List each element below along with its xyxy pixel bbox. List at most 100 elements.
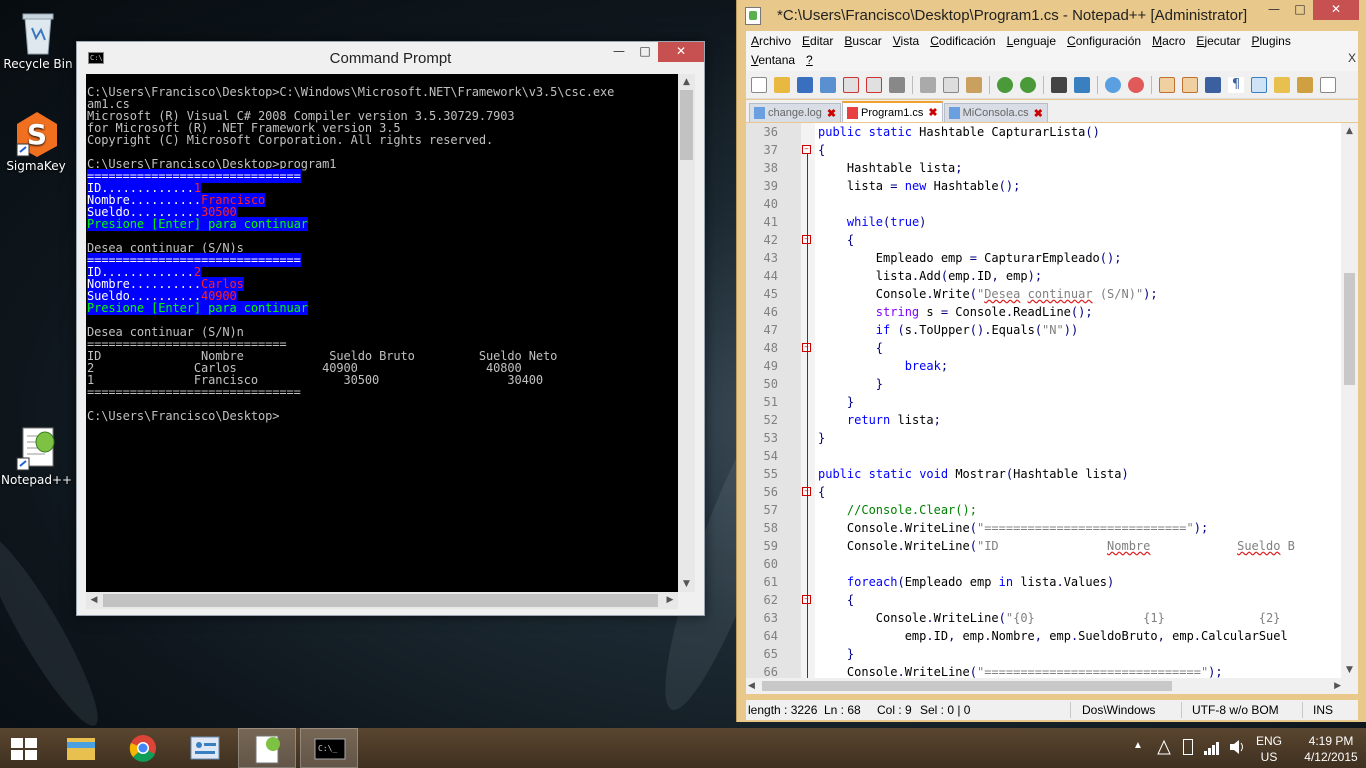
start-button[interactable] bbox=[11, 738, 37, 760]
scroll-down-arrow-icon[interactable]: ▼ bbox=[1341, 662, 1358, 678]
sync-vertical-icon[interactable] bbox=[1159, 76, 1175, 93]
code-line: 57 //Console.Clear(); bbox=[746, 501, 1358, 519]
document-tab[interactable]: change.log ✖ bbox=[749, 103, 842, 122]
desktop-icon-notepad-plus-plus[interactable]: Notepad++ bbox=[1, 424, 72, 487]
copy-icon[interactable] bbox=[943, 76, 959, 93]
fold-toggle-icon[interactable]: – bbox=[802, 145, 811, 154]
notepad-plus-plus-window[interactable]: *C:\Users\Francisco\Desktop\Program1.cs … bbox=[736, 0, 1366, 722]
npp-menubar: Archivo Editar Buscar Vista Codificación Leng… bbox=[746, 31, 1358, 71]
doc-map-icon[interactable] bbox=[1297, 76, 1313, 93]
toolbar-separator bbox=[912, 75, 913, 94]
language-icon[interactable] bbox=[1274, 76, 1290, 93]
menu-item-macro[interactable]: Macro bbox=[1152, 34, 1185, 48]
print-icon[interactable] bbox=[889, 76, 905, 93]
document-tab[interactable]: Program1.cs ✖ bbox=[842, 101, 943, 122]
taskbar-file-explorer[interactable] bbox=[52, 728, 110, 768]
maximize-button[interactable]: □ bbox=[1287, 0, 1313, 20]
control-panel-icon bbox=[190, 736, 220, 760]
input-language[interactable]: ENG US bbox=[1254, 734, 1284, 764]
close-button[interactable]: ✕ bbox=[1313, 0, 1359, 20]
minimize-button[interactable]: — bbox=[606, 42, 632, 62]
scroll-thumb[interactable] bbox=[1344, 273, 1355, 385]
menu-item-editar[interactable]: Editar bbox=[802, 34, 833, 48]
taskbar-notepad-plus-plus[interactable] bbox=[238, 728, 296, 768]
close-file-icon[interactable] bbox=[843, 76, 859, 93]
minimize-button[interactable]: — bbox=[1261, 0, 1287, 20]
code-line: 42 { bbox=[746, 231, 1358, 249]
scroll-down-arrow-icon[interactable]: ▼ bbox=[678, 576, 695, 592]
close-button[interactable]: ✕ bbox=[658, 42, 704, 62]
word-wrap-icon[interactable] bbox=[1205, 76, 1221, 93]
cut-icon[interactable] bbox=[920, 76, 936, 93]
scroll-up-arrow-icon[interactable]: ▲ bbox=[678, 74, 695, 90]
menu-item-configuraci-n[interactable]: Configuración bbox=[1067, 34, 1141, 48]
cmd-horizontal-scrollbar[interactable]: ◀ ▶ bbox=[86, 592, 678, 609]
save-all-icon[interactable] bbox=[820, 76, 836, 93]
notepad-plus-plus-icon bbox=[745, 7, 761, 25]
menu-item-buscar[interactable]: Buscar bbox=[844, 34, 881, 48]
code-text: Console.WriteLine("{0} {1} {2} bbox=[818, 611, 1281, 625]
close-document-button[interactable]: X bbox=[1348, 51, 1356, 65]
scroll-right-arrow-icon[interactable]: ▶ bbox=[1334, 678, 1341, 694]
record-macro-icon[interactable] bbox=[1320, 76, 1336, 93]
tab-close-icon[interactable]: ✖ bbox=[827, 107, 836, 120]
code-editor[interactable]: 36 public static Hashtable CapturarLista(… bbox=[746, 123, 1358, 678]
taskbar-control-panel[interactable] bbox=[176, 728, 234, 768]
menu-item-[interactable]: ? bbox=[806, 53, 813, 67]
scroll-thumb[interactable] bbox=[762, 681, 1172, 691]
maximize-button[interactable]: □ bbox=[632, 42, 658, 62]
menu-item-ejecutar[interactable]: Ejecutar bbox=[1196, 34, 1240, 48]
clock[interactable]: 4:19 PM 4/12/2015 bbox=[1296, 734, 1366, 764]
new-file-icon[interactable] bbox=[751, 76, 767, 93]
sync-horizontal-icon[interactable] bbox=[1182, 76, 1198, 93]
editor-vertical-scrollbar[interactable]: ▲ ▼ bbox=[1341, 123, 1358, 678]
wifi-signal-icon[interactable] bbox=[1203, 738, 1221, 759]
battery-icon[interactable] bbox=[1183, 739, 1193, 755]
undo-icon[interactable] bbox=[997, 76, 1013, 93]
zoom-in-icon[interactable] bbox=[1105, 76, 1121, 93]
show-hidden-icons-icon[interactable]: ▲ bbox=[1133, 740, 1143, 751]
scroll-thumb[interactable] bbox=[103, 594, 658, 607]
console-line: Presione [Enter] para continuar bbox=[87, 217, 678, 231]
code-text: } bbox=[818, 431, 826, 445]
cmd-titlebar[interactable]: C:\ Command Prompt — □ ✕ bbox=[77, 42, 704, 73]
cmd-vertical-scrollbar[interactable]: ▲ ▼ bbox=[678, 74, 695, 592]
save-icon[interactable] bbox=[797, 76, 813, 93]
volume-icon[interactable] bbox=[1228, 737, 1246, 760]
paste-icon[interactable] bbox=[966, 76, 982, 93]
open-file-icon[interactable] bbox=[774, 76, 790, 93]
command-prompt-window[interactable]: C:\ Command Prompt — □ ✕ C:\Users\Franci… bbox=[76, 41, 705, 616]
close-all-icon[interactable] bbox=[866, 76, 882, 93]
editor-horizontal-scrollbar[interactable]: ◀ ▶ bbox=[746, 678, 1358, 694]
show-all-chars-icon[interactable]: ¶ bbox=[1228, 76, 1244, 93]
menu-item-plugins[interactable]: Plugins bbox=[1251, 34, 1290, 48]
scroll-thumb[interactable] bbox=[680, 90, 693, 160]
notepad-plus-plus-icon bbox=[15, 424, 57, 471]
scroll-left-arrow-icon[interactable]: ◀ bbox=[748, 678, 755, 694]
menu-item-archivo[interactable]: Archivo bbox=[751, 34, 791, 48]
scroll-up-arrow-icon[interactable]: ▲ bbox=[1341, 123, 1358, 139]
desktop-icon-recycle-bin[interactable]: Recycle Bin bbox=[3, 8, 73, 71]
find-icon[interactable] bbox=[1051, 76, 1067, 93]
zoom-out-icon[interactable] bbox=[1128, 76, 1144, 93]
desktop-icon-sigmakey[interactable]: S SigmaKey bbox=[1, 110, 71, 173]
npp-titlebar[interactable]: *C:\Users\Francisco\Desktop\Program1.cs … bbox=[737, 0, 1366, 31]
redo-icon[interactable] bbox=[1020, 76, 1036, 93]
taskbar-chrome[interactable] bbox=[114, 728, 172, 768]
menu-item-codificaci-n[interactable]: Codificación bbox=[930, 34, 995, 48]
action-center-icon[interactable] bbox=[1155, 738, 1173, 756]
scroll-left-arrow-icon[interactable]: ◀ bbox=[86, 592, 102, 609]
menu-item-vista[interactable]: Vista bbox=[893, 34, 919, 48]
console-output[interactable]: C:\Users\Francisco\Desktop>C:\Windows\Mi… bbox=[86, 74, 678, 592]
indent-guide-icon[interactable] bbox=[1251, 76, 1267, 93]
code-line: 56 { bbox=[746, 483, 1358, 501]
tab-close-icon[interactable]: ✖ bbox=[928, 106, 937, 119]
replace-icon[interactable] bbox=[1074, 76, 1090, 93]
status-line: Ln : 68 bbox=[824, 703, 861, 717]
menu-item-lenguaje[interactable]: Lenguaje bbox=[1007, 34, 1056, 48]
menu-item-ventana[interactable]: Ventana bbox=[751, 53, 795, 67]
document-tab[interactable]: MiConsola.cs ✖ bbox=[943, 103, 1048, 122]
scroll-right-arrow-icon[interactable]: ▶ bbox=[662, 592, 678, 609]
taskbar-command-prompt[interactable]: C:\_ bbox=[300, 728, 358, 768]
tab-close-icon[interactable]: ✖ bbox=[1034, 107, 1043, 120]
